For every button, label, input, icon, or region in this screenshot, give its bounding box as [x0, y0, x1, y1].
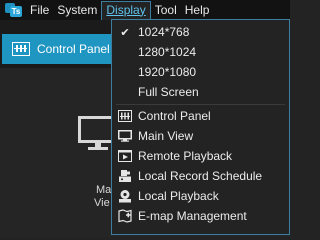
menu-item-main-view[interactable]: Main View [112, 126, 289, 146]
menu-item-label: Main View [138, 129, 194, 143]
menu-display[interactable]: Display [101, 0, 151, 20]
menu-help[interactable]: Help [181, 1, 214, 19]
menu-file[interactable]: File [26, 1, 53, 19]
client-window: Ts File System Display Tool Help Control… [0, 0, 290, 237]
menu-tool[interactable]: Tool [151, 1, 181, 19]
menu-item-emap-management[interactable]: E-map Management [112, 206, 289, 226]
tab-label: Control Panel [37, 42, 110, 56]
control-panel-icon [12, 42, 30, 56]
menu-item-label: 1920*1080 [138, 65, 197, 79]
checkmark-icon: ✔ [120, 26, 130, 39]
monitor-icon [112, 126, 138, 146]
menu-item-1920x1080[interactable]: 1920*1080 [112, 62, 289, 82]
menu-item-1024x768[interactable]: ✔ 1024*768 [112, 22, 289, 42]
control-panel-icon [112, 106, 138, 126]
menu-separator [116, 104, 285, 105]
menu-item-label: Full Screen [138, 85, 199, 99]
menu-item-label: Remote Playback [138, 149, 233, 163]
menu-item-label: E-map Management [138, 209, 247, 223]
local-playback-icon [112, 186, 138, 206]
menu-item-label: Local Playback [138, 189, 219, 203]
menu-item-control-panel[interactable]: Control Panel [112, 106, 289, 126]
menu-item-full-screen[interactable]: Full Screen [112, 82, 289, 102]
remote-playback-icon [112, 146, 138, 166]
menu-item-label: Local Record Schedule [138, 169, 263, 183]
menu-item-local-record-schedule[interactable]: Local Record Schedule [112, 166, 289, 186]
emap-icon [112, 206, 138, 226]
record-schedule-icon [112, 166, 138, 186]
menu-item-label: 1024*768 [138, 25, 190, 39]
menu-item-label: 1280*1024 [138, 45, 197, 59]
menu-item-local-playback[interactable]: Local Playback [112, 186, 289, 206]
display-dropdown-menu: ✔ 1024*768 1280*1024 1920*1080 Full Scre… [111, 19, 290, 235]
menu-item-label: Control Panel [138, 109, 211, 123]
menu-item-1280x1024[interactable]: 1280*1024 [112, 42, 289, 62]
menu-system[interactable]: System [53, 1, 101, 19]
menu-item-remote-playback[interactable]: Remote Playback [112, 146, 289, 166]
menu-bar: Ts File System Display Tool Help [0, 0, 290, 20]
app-logo-icon: Ts [2, 0, 22, 20]
tab-control-panel[interactable]: Control Panel [2, 34, 118, 64]
